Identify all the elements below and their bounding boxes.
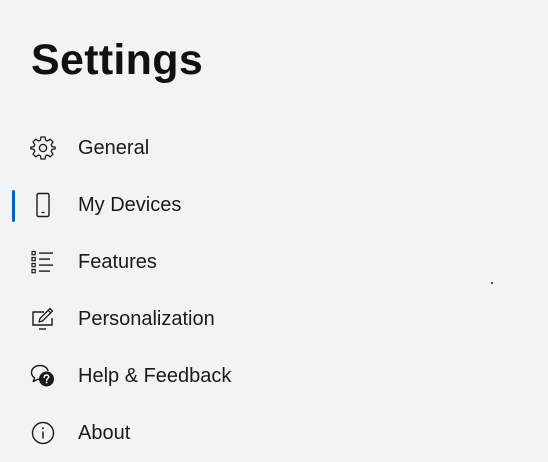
nav-label: My Devices [78, 194, 182, 216]
nav-item-my-devices[interactable]: My Devices [0, 177, 548, 234]
phone-icon [30, 192, 56, 218]
gear-icon [30, 135, 56, 161]
nav-item-features[interactable]: Features [0, 234, 548, 291]
settings-nav: General My Devices Features Personalizat… [0, 120, 548, 462]
nav-item-general[interactable]: General [0, 120, 548, 177]
pen-monitor-icon [30, 306, 56, 332]
nav-label: About [78, 422, 131, 444]
list-icon [30, 249, 56, 275]
help-chat-icon [30, 363, 56, 389]
cursor-dot [491, 282, 493, 284]
nav-label: Features [78, 251, 157, 273]
page-title: Settings [31, 36, 204, 84]
nav-item-personalization[interactable]: Personalization [0, 291, 548, 348]
info-icon [30, 420, 56, 446]
nav-label: Help & Feedback [78, 365, 232, 387]
nav-label: General [78, 137, 150, 159]
selection-indicator [12, 190, 15, 222]
nav-label: Personalization [78, 308, 215, 330]
nav-item-about[interactable]: About [0, 405, 548, 462]
nav-item-help-feedback[interactable]: Help & Feedback [0, 348, 548, 405]
